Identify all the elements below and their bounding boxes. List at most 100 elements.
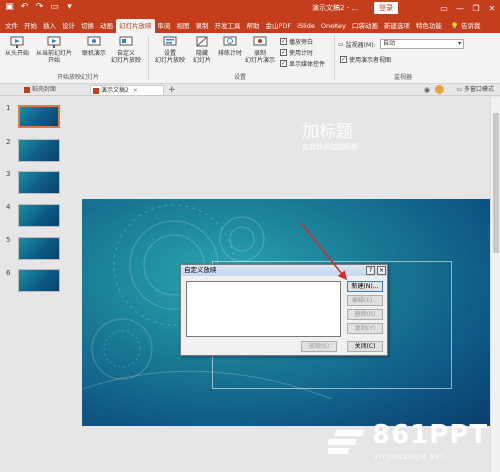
play-narrations-label: 播放旁白 (289, 39, 314, 46)
online-present-button[interactable]: 联机演示 (80, 35, 108, 57)
close-icon[interactable]: × (377, 266, 386, 275)
close-icon[interactable]: ✕ (484, 0, 500, 17)
show-button[interactable]: 放映(S) (301, 341, 337, 352)
vertical-scrollbar[interactable] (490, 97, 500, 472)
customize-qat-icon[interactable]: ▾ (64, 2, 75, 13)
tab-islide[interactable]: iSlide (294, 19, 318, 33)
slide-thumbnail[interactable] (18, 171, 60, 194)
doc-tab-daoke-cover[interactable]: 稻壳封面 (22, 85, 88, 95)
from-current-label-2: 开始 (47, 57, 60, 64)
checkbox-checked-icon: ✓ (280, 38, 287, 45)
watermark-url: XITONGZHIJIA.NET (374, 454, 446, 461)
dialog-title: 自定义放映 (184, 266, 217, 274)
tab-pocket-animation[interactable]: 口袋动画 (349, 19, 381, 33)
stopwatch-icon (223, 36, 237, 46)
tell-me-label: 告诉我 (461, 22, 481, 30)
slide-thumbnail-pane: 1 2 3 4 5 6 (0, 97, 66, 472)
save-icon[interactable]: ▣ (4, 2, 15, 13)
lightbulb-icon: 💡 (450, 22, 459, 30)
login-button[interactable]: 登录 (374, 2, 398, 14)
tab-animations[interactable]: 动画 (97, 19, 116, 33)
tab-view[interactable]: 视图 (174, 19, 193, 33)
present-icon[interactable]: ▭ (49, 2, 60, 13)
slide-thumbnail[interactable] (18, 139, 60, 162)
delete-button[interactable]: 删除(R) (347, 309, 383, 320)
new-tab-icon[interactable]: + (168, 85, 176, 95)
tab-pdf[interactable]: 金山PDF (263, 19, 295, 33)
ribbon-display-icon[interactable]: ▭ (436, 0, 452, 17)
slide-thumbnail[interactable] (18, 105, 60, 128)
document-tab-bar: 稻壳封面 演示文稿2 × + ◉ ▭ 多窗口模式 (0, 84, 500, 96)
show-media-controls-checkbox[interactable]: ✓ 显示媒体控件 (280, 59, 325, 68)
custom-show-button[interactable]: 自定义 幻灯片放映 (108, 35, 144, 64)
from-start-label: 从头开始 (4, 50, 29, 57)
from-current-label-1: 从当前幻灯片 (35, 50, 72, 57)
hide-slide-icon (196, 36, 208, 47)
slide-subtitle[interactable]: 击此处添加副标题 (302, 142, 358, 152)
tell-me-box[interactable]: 💡 告诉我 (451, 19, 481, 33)
monitor-select[interactable]: 自动 ▾ (380, 39, 464, 49)
chevron-down-icon: ▾ (457, 40, 461, 47)
slide-title[interactable]: 加标题 (302, 117, 353, 142)
checkbox-checked-icon: ✓ (340, 56, 347, 63)
online-present-icon (87, 36, 101, 46)
tab-file[interactable]: 文件 (2, 19, 21, 33)
custom-shows-list[interactable] (186, 281, 341, 337)
hide-slide-button[interactable]: 隐藏 幻灯片 (190, 35, 214, 64)
tab-record[interactable]: 录制 (193, 19, 212, 33)
doc-tab-presentation2[interactable]: 演示文稿2 × (90, 85, 164, 95)
record-slideshow-label-2: 幻灯片演示 (244, 57, 275, 64)
presenter-view-checkbox[interactable]: ✓ 使用演示者视图 (340, 55, 391, 64)
tab-home[interactable]: 开始 (21, 19, 40, 33)
slideshow-start-icon (10, 36, 24, 48)
monitor-select-value: 自动 (383, 40, 396, 47)
record-slideshow-button[interactable]: 录制 幻灯片演示 (244, 35, 276, 64)
settings-icon[interactable] (435, 85, 444, 94)
tab-review[interactable]: 审阅 (155, 19, 174, 33)
tab-design[interactable]: 设计 (59, 19, 78, 33)
tab-developer[interactable]: 开发工具 (212, 19, 244, 33)
help-icon[interactable]: ? (366, 266, 375, 275)
hide-slide-label-2: 幻灯片 (192, 57, 211, 64)
from-current-button[interactable]: 从当前幻灯片 开始 (32, 35, 76, 64)
minimize-icon[interactable]: — (452, 0, 468, 17)
view-icon[interactable]: ◉ (424, 85, 430, 95)
rehearse-timings-button[interactable]: 排练计时 (216, 35, 244, 57)
multi-window-mode[interactable]: ▭ 多窗口模式 (456, 85, 494, 95)
tab-insert[interactable]: 插入 (40, 19, 59, 33)
window-title: 演示文稿2 - ... (312, 4, 359, 12)
tab-slide-show[interactable]: 幻灯片放映 (116, 19, 155, 33)
copy-button[interactable]: 复制(Y) (347, 323, 383, 334)
setup-show-label-2: 幻灯片放映 (154, 57, 185, 64)
edit-button[interactable]: 编辑(E)... (347, 295, 383, 306)
title-bar: ▣ ↶ ↷ ▭ ▾ 演示文稿2 - ... 登录 ▭ — ❐ ✕ (0, 0, 500, 17)
slide-thumbnail[interactable] (18, 237, 60, 260)
new-button[interactable]: 新建(N)... (347, 281, 383, 292)
slide-number: 1 (6, 104, 11, 112)
watermark-brand: 861PPT (372, 420, 489, 450)
custom-show-icon (119, 36, 133, 46)
ribbon-panel: 从头开始 从当前幻灯片 开始 联机演示 自定义 幻灯片放映 开始放映幻灯片 设置… (0, 33, 500, 84)
hide-slide-label-1: 隐藏 (195, 50, 208, 57)
setup-show-button[interactable]: 设置 幻灯片放映 (152, 35, 188, 64)
play-narrations-checkbox[interactable]: ✓ 播放旁白 (280, 37, 313, 46)
multi-window-icon: ▭ (456, 86, 463, 93)
restore-icon[interactable]: ❐ (468, 0, 484, 17)
from-start-button[interactable]: 从头开始 (4, 35, 30, 57)
tab-help[interactable]: 帮助 (244, 19, 263, 33)
redo-icon[interactable]: ↷ (34, 2, 45, 13)
undo-icon[interactable]: ↶ (19, 2, 30, 13)
slide-thumbnail[interactable] (18, 204, 60, 227)
slide-thumbnail[interactable] (18, 269, 60, 292)
tab-transitions[interactable]: 切换 (78, 19, 97, 33)
show-media-controls-label: 显示媒体控件 (289, 61, 326, 68)
use-timings-checkbox[interactable]: ✓ 使用计时 (280, 48, 313, 57)
tab-special[interactable]: 特色功能 (413, 19, 445, 33)
tab-onekey[interactable]: OneKey (318, 19, 349, 33)
close-button[interactable]: 关闭(C) (347, 341, 383, 352)
monitor-icon: ▭ (338, 41, 344, 48)
close-tab-icon[interactable]: × (133, 87, 138, 94)
tab-new-options[interactable]: 新建选项 (381, 19, 413, 33)
quick-access-toolbar: ▣ ↶ ↷ ▭ ▾ (4, 2, 75, 13)
scrollbar-thumb[interactable] (493, 113, 499, 253)
